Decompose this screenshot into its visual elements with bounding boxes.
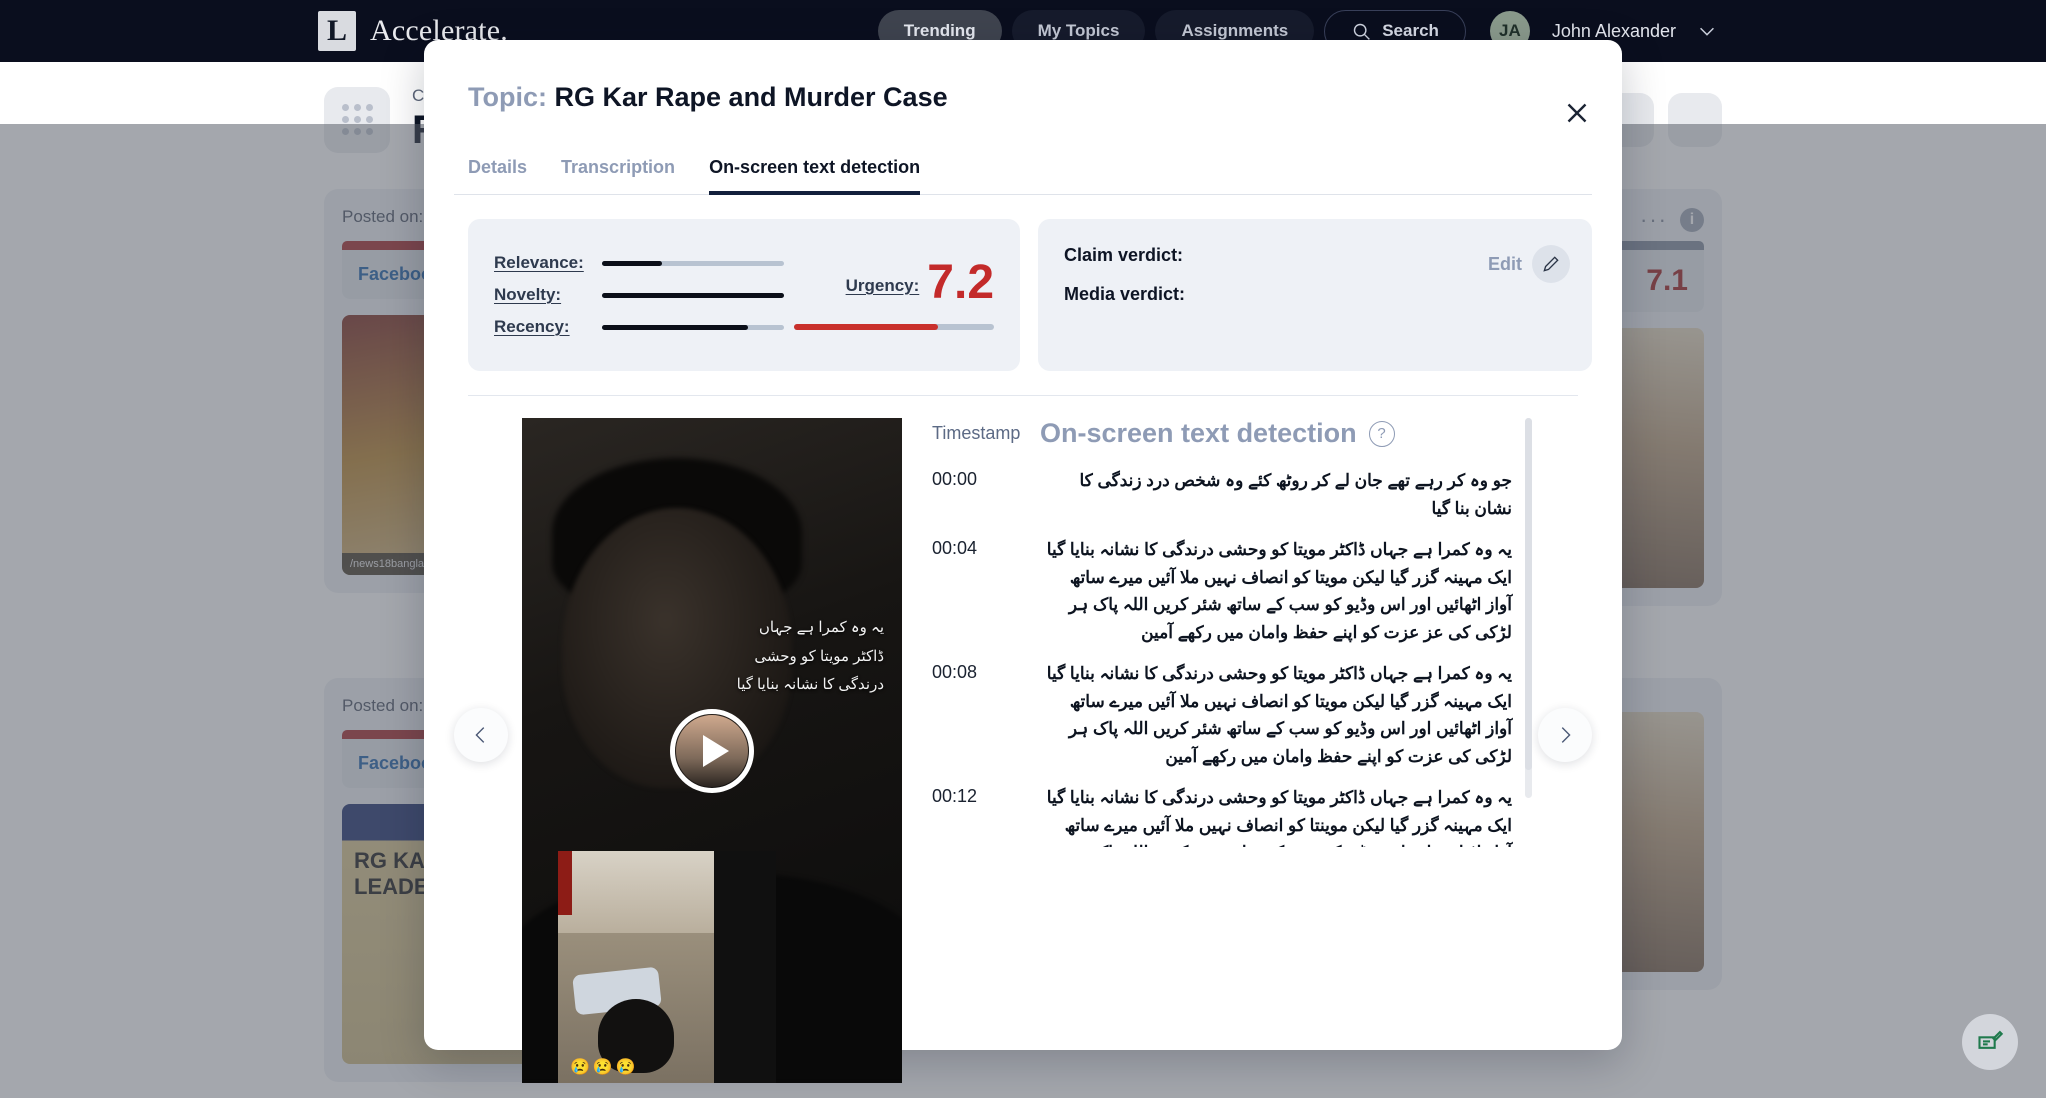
urgency-block: Urgency: 7.2 bbox=[784, 256, 995, 330]
detection-row: 00:00 جو وہ کر رہے تھے جان لے کر روٹھ کئ… bbox=[932, 467, 1512, 522]
modal-title: Topic: RG Kar Rape and Murder Case bbox=[454, 68, 1592, 113]
detection-timestamp: 00:04 bbox=[932, 538, 978, 559]
summary-panels: Relevance: Novelty: Recency: Urgency: 7.… bbox=[454, 195, 1592, 371]
verdict-panel: Claim verdict: Media verdict: Edit bbox=[1038, 219, 1592, 371]
detection-list[interactable]: 00:00 جو وہ کر رہے تھے جان لے کر روٹھ کئ… bbox=[932, 467, 1538, 847]
metric-bars: Relevance: Novelty: Recency: bbox=[494, 241, 785, 349]
chevron-down-icon[interactable] bbox=[1696, 20, 1718, 42]
metric-label: Novelty: bbox=[494, 285, 562, 304]
tab-details[interactable]: Details bbox=[468, 157, 527, 195]
metric-relevance: Relevance: bbox=[494, 253, 785, 273]
search-icon bbox=[1354, 23, 1371, 40]
metrics-panel: Relevance: Novelty: Recency: Urgency: 7.… bbox=[468, 219, 1021, 371]
video-inset-divider bbox=[714, 851, 776, 1083]
metric-bar-track bbox=[602, 260, 785, 266]
modal-title-text: RG Kar Rape and Murder Case bbox=[554, 82, 948, 112]
topic-detail-modal: Topic: RG Kar Rape and Murder Case Detai… bbox=[424, 40, 1622, 1083]
edit-verdict-control[interactable]: Edit bbox=[1488, 245, 1570, 283]
metric-bar-track bbox=[602, 324, 785, 330]
video-emoji-overlay: 😢😢😢 bbox=[570, 1059, 639, 1076]
tab-transcription[interactable]: Transcription bbox=[561, 157, 675, 195]
metric-bar-fill bbox=[602, 292, 785, 298]
detection-row: 00:12 یہ وہ کمرا ہے جہاں ڈاکٹر مویتا کو … bbox=[932, 784, 1512, 847]
urgency-bar-fill bbox=[794, 323, 939, 330]
video-inset-clip: 😢😢😢 bbox=[558, 851, 714, 1083]
help-icon[interactable]: ? bbox=[1368, 420, 1395, 447]
edit-label: Edit bbox=[1488, 253, 1522, 274]
tab-on-screen-text-detection[interactable]: On-screen text detection bbox=[709, 157, 921, 195]
detection-text: یہ وہ کمرا ہے جہاں ڈاکٹر مویتا کو وحشی د… bbox=[1046, 664, 1512, 766]
metric-bar-fill bbox=[602, 324, 748, 330]
metric-label: Relevance: bbox=[494, 253, 584, 272]
media-verdict-label: Media verdict: bbox=[1064, 284, 1186, 304]
video-player[interactable]: یہ وہ کمرا ہے جہاں ڈاکٹر مویتا کو وحشی د… bbox=[522, 418, 902, 1083]
metric-bar-track bbox=[602, 292, 785, 298]
urgency-value: 7.2 bbox=[927, 256, 995, 310]
urgency-top: Urgency: 7.2 bbox=[845, 256, 995, 310]
detection-text: یہ وہ کمرا ہے جہاں ڈاکٹر مویتا کو وحشی د… bbox=[1046, 540, 1512, 642]
detection-timestamp: 00:08 bbox=[932, 662, 978, 683]
detection-text: جو وہ کر رہے تھے جان لے کر روٹھ کئے وہ ش… bbox=[1079, 471, 1512, 518]
detection-row: 00:08 یہ وہ کمرا ہے جہاں ڈاکٹر مویتا کو … bbox=[932, 660, 1512, 770]
feedback-widget[interactable] bbox=[1962, 1014, 2018, 1070]
chevron-right-icon bbox=[1561, 727, 1571, 743]
detection-scrollbar[interactable] bbox=[1525, 418, 1532, 798]
play-button[interactable] bbox=[670, 708, 754, 793]
modal-title-prefix: Topic: bbox=[468, 82, 547, 112]
close-icon bbox=[1567, 103, 1587, 123]
metric-novelty: Novelty: bbox=[494, 285, 785, 305]
app-root: L Accelerate. Trending My Topics Assignm… bbox=[0, 0, 2046, 1098]
detection-header: Timestamp On-screen text detection ? bbox=[932, 418, 1538, 467]
detection-timestamp: 00:12 bbox=[932, 786, 978, 807]
play-icon bbox=[702, 734, 729, 767]
app-logo-icon: L bbox=[318, 11, 356, 51]
urgency-bar-track bbox=[794, 323, 995, 330]
pencil-icon bbox=[1543, 256, 1559, 272]
media-and-detection: یہ وہ کمرا ہے جہاں ڈاکٹر مویتا کو وحشی د… bbox=[454, 396, 1592, 1083]
metric-bar-fill bbox=[602, 260, 663, 266]
carousel-next-button[interactable] bbox=[1538, 708, 1592, 762]
metric-label: Recency: bbox=[494, 317, 570, 336]
edit-button[interactable] bbox=[1532, 245, 1570, 283]
metric-recency: Recency: bbox=[494, 317, 785, 337]
urgency-label: Urgency: bbox=[845, 275, 920, 295]
chevron-left-icon bbox=[475, 727, 485, 743]
detection-timestamp: 00:00 bbox=[932, 469, 978, 489]
user-name[interactable]: John Alexander bbox=[1552, 21, 1676, 42]
detection-title: On-screen text detection bbox=[1040, 418, 1357, 448]
scrollbar-thumb[interactable] bbox=[1525, 418, 1532, 770]
modal-tabs: Details Transcription On-screen text det… bbox=[454, 129, 1592, 195]
video-overlay-text: یہ وہ کمرا ہے جہاں ڈاکٹر مویتا کو وحشی د… bbox=[736, 619, 884, 693]
detection-section: Timestamp On-screen text detection ? 00:… bbox=[916, 418, 1538, 847]
carousel-prev-button[interactable] bbox=[454, 708, 508, 762]
detection-text: یہ وہ کمرا ہے جہاں ڈاکٹر مویتا کو وحشی د… bbox=[1046, 788, 1512, 847]
detection-row: 00:04 یہ وہ کمرا ہے جہاں ڈاکٹر مویتا کو … bbox=[932, 536, 1512, 646]
feedback-edit-icon bbox=[1978, 1030, 2004, 1049]
search-label: Search bbox=[1382, 21, 1439, 40]
timestamp-column-header: Timestamp bbox=[932, 423, 1021, 443]
inset-red-edge bbox=[558, 851, 572, 915]
close-button[interactable] bbox=[1560, 96, 1594, 130]
